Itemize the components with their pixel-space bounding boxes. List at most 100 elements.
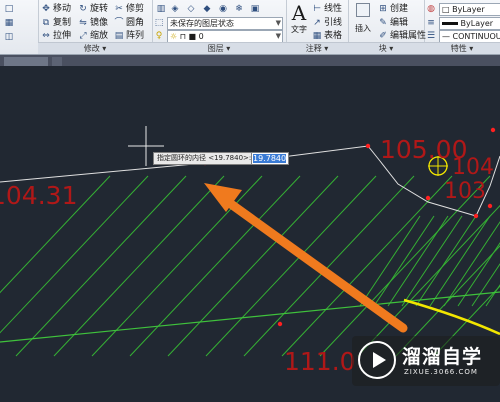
- create-block-icon: ⊞: [379, 4, 387, 14]
- trim-button[interactable]: ✂ 修剪: [114, 3, 144, 15]
- properties-group-title[interactable]: 特性 ▾: [424, 42, 500, 54]
- dynamic-input-field[interactable]: 19.7840: [251, 152, 289, 165]
- modify-group-title[interactable]: 修改 ▾: [38, 42, 152, 54]
- vertex-marker: [277, 321, 283, 327]
- insert-button[interactable]: 插入: [351, 3, 375, 34]
- linetype-swatch-icon: [442, 22, 458, 25]
- linear-dim-button[interactable]: ⊢ 线性: [312, 3, 342, 15]
- layer-tool-3[interactable]: ◆: [202, 3, 214, 15]
- vertex-marker: [487, 203, 493, 209]
- lineweight-button[interactable]: ≡: [426, 17, 438, 29]
- create-block-button[interactable]: ⊞ 创建: [378, 3, 408, 15]
- file-tab[interactable]: [4, 57, 48, 66]
- elevation-label: 104.31: [0, 181, 77, 210]
- stretch-icon: ⇔: [42, 31, 50, 41]
- scale-button[interactable]: ⤢ 缩放: [78, 30, 108, 42]
- stretch-button[interactable]: ⇔ 拉伸: [41, 30, 71, 42]
- layer-state-combo[interactable]: 未保存的图层状态 ▼: [167, 17, 283, 30]
- hatch-line: [243, 175, 415, 357]
- layer-off-icon: ◆: [203, 4, 211, 14]
- leader-button[interactable]: ↗ 引线: [312, 17, 342, 29]
- vertex-marker: [425, 195, 431, 201]
- layer-lock-icon: ▣: [250, 4, 260, 14]
- insert-block-icon: [351, 3, 375, 23]
- rectangle-tool[interactable]: □: [4, 3, 16, 15]
- fillet-button[interactable]: ⌒ 圆角: [114, 17, 144, 29]
- dynamic-input-prompt: 指定圆环的内径 <19.7840>:: [153, 152, 256, 165]
- move-button[interactable]: ✥ 移动: [41, 3, 71, 15]
- layer-match-icon: ◇: [187, 4, 195, 14]
- watermark: 溜溜自学 ZIXUE.3066.COM: [352, 336, 500, 386]
- line-sample-icon: —: [442, 32, 450, 41]
- rectangle-icon: □: [4, 4, 14, 14]
- fillet-icon: ⌒: [114, 18, 124, 28]
- new-tab-button[interactable]: [52, 57, 62, 66]
- layers-group-title[interactable]: 图层 ▾: [152, 42, 286, 54]
- elevation-label: 111.0: [284, 347, 356, 376]
- elevation-label-partial: 104: [452, 155, 494, 180]
- ribbon: □ ▦ ◫ ✥ 移动 ↻ 旋转 ✂ 修剪 ⧉ 复制 ⇋ 镜像 ⌒ 圆角 ⇔ 拉伸 ⤢ 缩放 ▤ 阵…: [0, 0, 500, 55]
- linetype-icon: ☰: [426, 31, 436, 41]
- text-icon: A: [291, 1, 307, 25]
- vertex-marker: [473, 213, 479, 219]
- color-swatch-icon: ■: [188, 32, 197, 41]
- lightbulb-icon: ♀: [155, 31, 163, 41]
- layer-tool-4[interactable]: ◉: [218, 3, 230, 15]
- region-icon: ◫: [4, 32, 14, 42]
- layer-tool-1[interactable]: ◈: [170, 3, 182, 15]
- yellow-curve: [403, 298, 500, 336]
- color-wheel-button[interactable]: ◍: [426, 3, 438, 15]
- layer-freeze-icon: ❄: [235, 4, 243, 14]
- table-button[interactable]: ▦ 表格: [312, 30, 342, 42]
- layer-iso-icon: ◉: [219, 4, 227, 14]
- text-button[interactable]: A 文字: [288, 2, 310, 35]
- rotate-icon: ↻: [79, 4, 87, 14]
- color-wheel-icon: ◍: [427, 4, 435, 14]
- hatch-tool[interactable]: ▦: [4, 17, 16, 29]
- copy-icon: ⧉: [42, 18, 50, 28]
- rotate-button[interactable]: ↻ 旋转: [78, 3, 108, 15]
- linetype-button[interactable]: ☰: [426, 30, 438, 42]
- copy-button[interactable]: ⧉ 复制: [41, 17, 71, 29]
- layer-state-icon: ⬚: [154, 18, 164, 28]
- ground-line: [0, 291, 500, 343]
- lock-open-icon: ⊓: [179, 32, 186, 41]
- draw-group-partial: □ ▦ ◫: [0, 0, 39, 54]
- trim-icon: ✂: [115, 4, 123, 14]
- hatch-line: [129, 175, 301, 357]
- block-group-title[interactable]: 块 ▾: [348, 42, 424, 54]
- region-tool[interactable]: ◫: [4, 31, 16, 43]
- color-combo[interactable]: □ ByLayer: [439, 3, 500, 16]
- scale-icon: ⤢: [79, 31, 87, 41]
- modify-group: ✥ 移动 ↻ 旋转 ✂ 修剪 ⧉ 复制 ⇋ 镜像 ⌒ 圆角 ⇔ 拉伸 ⤢ 缩放 ▤ 阵列 修改 ▾: [38, 0, 153, 54]
- layer-properties-icon: ▥: [156, 4, 166, 14]
- chevron-down-icon: ▼: [275, 32, 281, 40]
- watermark-title: 溜溜自学: [402, 346, 483, 368]
- move-icon: ✥: [42, 4, 50, 14]
- block-group: 插入 ⊞ 创建 ✎ 编辑 ✐ 编辑属性 块 ▾: [348, 0, 426, 54]
- layer-properties-button[interactable]: ▥: [156, 3, 168, 15]
- layer-tool-2[interactable]: ◇: [186, 3, 198, 15]
- elevation-label-partial: 103: [444, 179, 486, 204]
- linetype-combo[interactable]: ByLayer: [439, 17, 500, 30]
- layer-bulb-button[interactable]: ♀: [154, 30, 166, 42]
- play-logo-icon: [358, 341, 396, 379]
- file-tab-strip: [0, 55, 500, 66]
- properties-group: ◍ □ ByLayer ≡ ByLayer ☰ — CONTINUOUS 特性 …: [424, 0, 500, 54]
- vertex-marker: [365, 143, 371, 149]
- array-icon: ▤: [114, 31, 124, 41]
- layers-group: ▥ ◈ ◇ ◆ ◉ ❄ ▣ ⬚ 未保存的图层状态 ▼ ♀ ☼ ⊓ ■ 0 ▼ 图层 …: [152, 0, 287, 54]
- mirror-button[interactable]: ⇋ 镜像: [78, 17, 108, 29]
- color-swatch-icon: □: [442, 5, 450, 14]
- hatch-line: [53, 175, 225, 357]
- edit-attributes-button[interactable]: ✐ 编辑属性: [378, 30, 426, 42]
- annotation-group-title[interactable]: 注释 ▾: [286, 42, 348, 54]
- layer-tool-6[interactable]: ▣: [250, 3, 262, 15]
- sun-icon: ☼: [170, 32, 178, 41]
- lineweight-icon: ≡: [427, 18, 435, 28]
- layer-tool-5[interactable]: ❄: [234, 3, 246, 15]
- array-button[interactable]: ▤ 阵列: [114, 30, 144, 42]
- layer-state-icon-button[interactable]: ⬚: [154, 17, 166, 29]
- edit-block-button[interactable]: ✎ 编辑: [378, 17, 408, 29]
- edit-block-icon: ✎: [379, 18, 387, 28]
